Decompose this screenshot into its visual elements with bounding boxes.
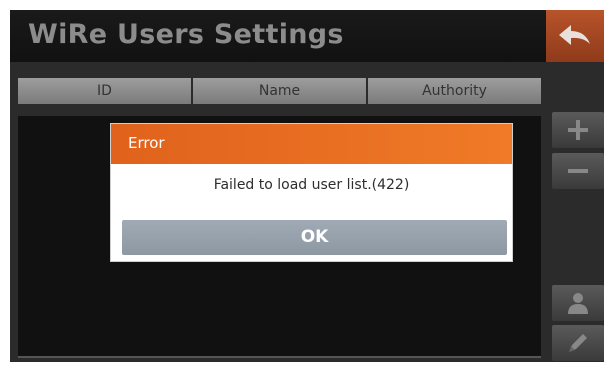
remove-user-button[interactable] xyxy=(552,153,604,189)
title-bar: WiRe Users Settings xyxy=(10,10,546,62)
plus-icon xyxy=(568,120,588,140)
add-user-button[interactable] xyxy=(552,112,604,148)
back-button[interactable] xyxy=(546,10,604,62)
pencil-icon xyxy=(569,334,587,352)
ok-button[interactable]: OK xyxy=(122,220,507,255)
back-arrow-icon xyxy=(559,25,590,45)
column-header-name[interactable]: Name xyxy=(193,78,366,104)
column-header-authority[interactable]: Authority xyxy=(368,78,541,104)
user-details-button[interactable] xyxy=(552,285,604,321)
user-icon xyxy=(568,293,588,314)
edit-user-button[interactable] xyxy=(552,325,604,361)
dialog-header: Error xyxy=(111,124,512,164)
dialog-message: Failed to load user list.(422) xyxy=(213,177,410,193)
page-title: WiRe Users Settings xyxy=(28,19,344,50)
error-dialog: Error Failed to load user list.(422) OK xyxy=(111,124,512,261)
column-header-id[interactable]: ID xyxy=(18,78,191,104)
dialog-title: Error xyxy=(128,134,165,152)
minus-icon xyxy=(568,169,588,173)
